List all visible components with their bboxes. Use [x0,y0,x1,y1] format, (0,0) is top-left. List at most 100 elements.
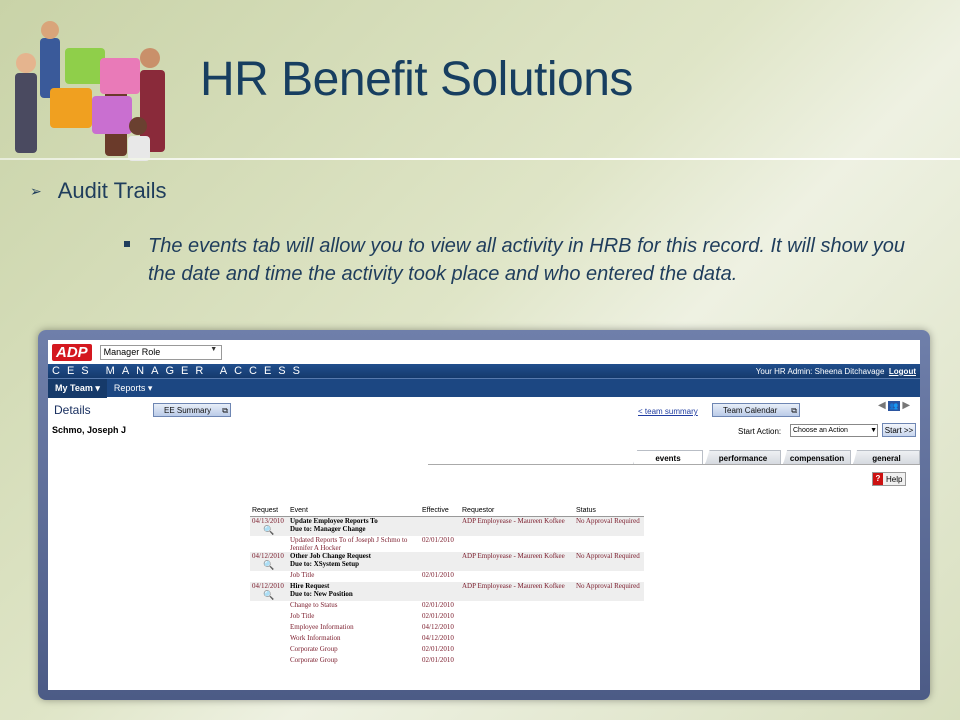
request-date: 04/12/2010 🔍 [250,581,288,601]
ee-summary-label: EE Summary [164,405,212,415]
screenshot-frame: ADP Manager Role ▼ CES MANAGER ACCESS Yo… [38,330,930,700]
col-event: Event [288,505,420,517]
adp-logo: ADP [52,343,92,361]
nav-my-team-label: My Team [55,383,93,393]
event-cell: Update Employee Reports To Due to: Manage… [288,516,420,536]
arrow-bullet-icon: ➢ [30,182,42,199]
request-date-text: 04/12/2010 [252,581,284,590]
request-date: 04/12/2010 🔍 [250,551,288,571]
help-label: Help [886,474,903,484]
effective-cell: 04/12/2010 [422,622,454,631]
tab-events[interactable]: events [633,450,703,465]
effective-cell: 02/01/2010 [422,611,454,620]
chevron-down-icon: ▼ [870,427,877,434]
col-effective: Effective [420,505,460,517]
col-status: Status [574,505,644,517]
effective-cell [420,581,460,601]
puzzle-people-illustration [15,21,165,161]
event-cell: Hire Request Due to: New Position [288,581,420,601]
bullet-audit-trails-text: Audit Trails [57,178,167,203]
effective-cell: 04/12/2010 [422,633,454,642]
admin-info: Your HR Admin: Sheena Ditchavage Logout [756,367,916,376]
event-detail: Updated Reports To of Joseph J Schmo to J… [288,536,420,552]
table-row: Corporate Group 02/01/2010 [250,645,644,656]
effective-cell: 02/01/2010 [422,600,454,609]
slide-title: HR Benefit Solutions [200,53,633,106]
event-detail: Job Title [290,611,315,620]
team-calendar-button[interactable]: Team Calendar ⧉ [712,403,800,417]
start-action-value: Choose an Action [793,427,848,434]
magnifier-icon[interactable]: 🔍 [252,560,286,571]
app-topbar: ADP Manager Role ▼ [48,340,920,364]
status-cell: No Approval Required [574,551,644,571]
event-detail-line2: Jennifer A Hocker [290,543,341,552]
nav-my-team[interactable]: My Team ▾ [48,378,107,398]
team-calendar-label: Team Calendar [723,405,778,415]
event-reason: Due to: XSystem Setup [290,559,360,568]
table-row[interactable]: 04/12/2010 🔍 Other Job Change Request Due … [250,551,644,571]
team-summary-link[interactable]: < team summary [638,407,698,416]
popup-icon: ⧉ [791,406,797,415]
event-detail: Change to Status [290,600,338,609]
help-button[interactable]: ? Help [872,472,907,486]
table-row: Change to Status 02/01/2010 [250,601,644,612]
start-action-select[interactable]: Choose an Action ▼ [790,424,878,437]
requestor-cell: ADP Employease - Maureen Kofkee [460,551,574,571]
col-request: Request [250,505,288,517]
col-requestor: Requestor [460,505,574,517]
tab-general[interactable]: general [853,450,920,465]
requestor-cell: ADP Employease - Maureen Kofkee [460,516,574,536]
admin-name: Your HR Admin: Sheena Ditchavage [755,366,885,376]
magnifier-icon[interactable]: 🔍 [252,590,286,601]
event-reason: Due to: Manager Change [290,524,366,533]
effective-cell: 02/01/2010 [422,644,454,653]
magnifier-icon[interactable]: 🔍 [252,525,286,536]
next-record-icon[interactable]: ▶ [902,400,910,411]
embedded-app-screenshot: ADP Manager Role ▼ CES MANAGER ACCESS Yo… [48,340,920,690]
tab-compensation[interactable]: compensation [783,450,851,465]
effective-cell: 02/01/2010 [422,655,454,664]
requestor-cell: ADP Employease - Maureen Kofkee [460,581,574,601]
prev-record-icon[interactable]: ◀ [878,400,886,411]
bullet-events-description: The events tab will allow you to view al… [124,232,934,288]
chevron-down-icon: ▼ [210,345,218,353]
ee-summary-button[interactable]: EE Summary ⧉ [153,403,231,417]
events-table: Request Event Effective Requestor Status… [250,505,644,667]
nav-reports[interactable]: Reports ▾ [107,379,160,398]
role-select-value: Manager Role [103,347,161,357]
event-detail: Corporate Group [290,655,338,664]
event-detail: Work Information [290,633,341,642]
start-button[interactable]: Start >> [882,423,916,437]
employee-name: Schmo, Joseph J [52,425,127,435]
status-cell: No Approval Required [574,516,644,536]
table-row: Corporate Group 02/01/2010 [250,656,644,667]
square-bullet-icon [124,241,130,247]
event-detail-line1: Updated Reports To of Joseph J Schmo to [290,535,408,544]
ces-banner-text: CES MANAGER ACCESS [52,365,307,377]
event-reason: Due to: New Position [290,589,353,598]
effective-cell: 02/01/2010 [422,570,454,579]
title-divider [0,158,960,160]
events-table-header: Request Event Effective Requestor Status [250,505,644,517]
popup-icon: ⧉ [222,406,228,415]
event-title: Update Employee Reports To [290,516,378,525]
event-detail: Corporate Group [290,644,338,653]
ces-banner: CES MANAGER ACCESS Your HR Admin: Sheena… [48,364,920,378]
start-action-label: Start Action: [738,427,782,436]
request-date: 04/13/2010 🔍 [250,516,288,536]
event-detail: Job Title [290,570,315,579]
status-cell: No Approval Required [574,581,644,601]
tab-underline [428,464,920,465]
table-row: Updated Reports To of Joseph J Schmo to J… [250,536,644,552]
table-row[interactable]: 04/13/2010 🔍 Update Employee Reports To Du… [250,516,644,536]
effective-cell [420,516,460,536]
role-select[interactable]: Manager Role ▼ [99,344,222,360]
request-date-text: 04/13/2010 [252,516,284,525]
record-pager: ◀ 👥 ▶ [878,400,910,411]
table-row[interactable]: 04/12/2010 🔍 Hire Request Due to: New Posi… [250,581,644,601]
help-icon: ? [873,473,883,485]
tab-performance[interactable]: performance [705,450,781,465]
effective-cell: 02/01/2010 [422,535,454,544]
group-icon[interactable]: 👥 [887,400,901,411]
logout-link[interactable]: Logout [889,367,916,376]
